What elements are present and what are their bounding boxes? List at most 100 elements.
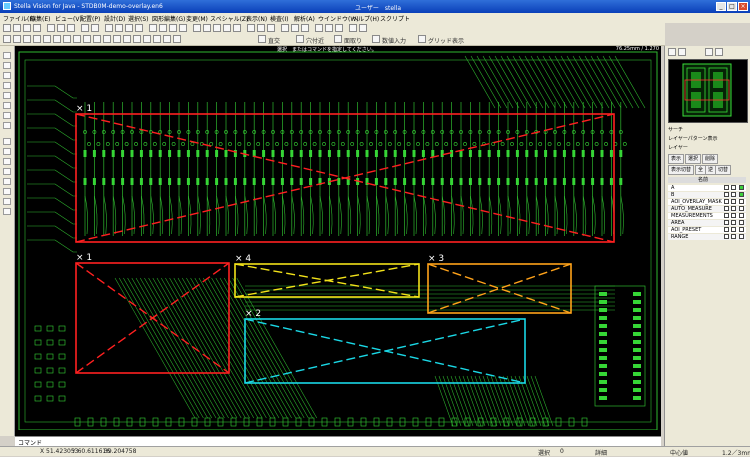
- left-tool-9-icon[interactable]: [3, 138, 11, 145]
- nav-zoom-icon[interactable]: [678, 48, 686, 56]
- mirror-icon[interactable]: [179, 24, 187, 32]
- menu-help[interactable]: ヘルプ(H): [352, 14, 379, 23]
- layer-color-swatch[interactable]: [739, 199, 744, 204]
- arc-icon[interactable]: [203, 24, 211, 32]
- layer-row[interactable]: RANGE: [668, 234, 746, 240]
- net-icon[interactable]: [325, 24, 333, 32]
- close-button[interactable]: ×: [738, 2, 748, 11]
- layer-visible-checkbox[interactable]: [724, 185, 729, 190]
- maximize-button[interactable]: □: [727, 2, 737, 11]
- paste-icon[interactable]: [67, 24, 75, 32]
- layer-visible-checkbox[interactable]: [731, 185, 736, 190]
- drc-icon[interactable]: [315, 24, 323, 32]
- grid-view-checkbox[interactable]: [418, 35, 426, 43]
- chamfer-checkbox[interactable]: [334, 35, 342, 43]
- layer-row[interactable]: MEASUREMENTS: [668, 213, 746, 219]
- layer-icon[interactable]: [281, 24, 289, 32]
- line-icon[interactable]: [193, 24, 201, 32]
- toggle-16-icon[interactable]: [153, 35, 161, 43]
- layer-visible-checkbox[interactable]: [731, 213, 736, 218]
- left-tool-11-icon[interactable]: [3, 158, 11, 165]
- move-icon[interactable]: [159, 24, 167, 32]
- layer-color-swatch[interactable]: [739, 192, 744, 197]
- panel-layer-pattern[interactable]: レイヤーパターン表示: [668, 135, 718, 142]
- layer-row[interactable]: A: [668, 185, 746, 191]
- layer-color-swatch[interactable]: [739, 185, 744, 190]
- left-tool-15-icon[interactable]: [3, 198, 11, 205]
- redo-icon[interactable]: [91, 24, 99, 32]
- toggle-14-icon[interactable]: [133, 35, 141, 43]
- nav-view-icon[interactable]: [668, 48, 676, 56]
- overview-minimap[interactable]: [668, 59, 748, 123]
- layer-visible-checkbox[interactable]: [724, 213, 729, 218]
- menu-script[interactable]: スクリプト: [380, 14, 410, 23]
- menu-modify[interactable]: 変更(M): [186, 14, 208, 23]
- measure-icon[interactable]: [247, 24, 255, 32]
- menu-special[interactable]: スペシャル(Z): [210, 14, 248, 23]
- refresh-icon[interactable]: [349, 24, 357, 32]
- snap-icon[interactable]: [267, 24, 275, 32]
- layer-visible-checkbox[interactable]: [731, 234, 736, 239]
- undo-icon[interactable]: [81, 24, 89, 32]
- ortho-checkbox[interactable]: [258, 35, 266, 43]
- toggle-9-icon[interactable]: [83, 35, 91, 43]
- toggle-18-icon[interactable]: [173, 35, 181, 43]
- toggle-10-icon[interactable]: [93, 35, 101, 43]
- menu-design[interactable]: 設計(D): [104, 14, 125, 23]
- left-tool-8-icon[interactable]: [3, 122, 11, 129]
- rotate-icon[interactable]: [169, 24, 177, 32]
- toggle-7-icon[interactable]: [63, 35, 71, 43]
- layer-row[interactable]: AOI_PRESET: [668, 227, 746, 233]
- left-tool-2-icon[interactable]: [3, 62, 11, 69]
- circle-icon[interactable]: [223, 24, 231, 32]
- toggle-5-icon[interactable]: [43, 35, 51, 43]
- via-icon[interactable]: [335, 24, 343, 32]
- open-file-icon[interactable]: [13, 24, 21, 32]
- layer-visible-checkbox[interactable]: [724, 234, 729, 239]
- tab-display[interactable]: 表示: [668, 154, 685, 164]
- layer-color-swatch[interactable]: [739, 227, 744, 232]
- toggle-4-icon[interactable]: [33, 35, 41, 43]
- left-tool-12-icon[interactable]: [3, 168, 11, 175]
- select-icon[interactable]: [149, 24, 157, 32]
- layer-visible-checkbox[interactable]: [724, 227, 729, 232]
- layer-switch-button[interactable]: 切替: [715, 165, 732, 175]
- left-tool-13-icon[interactable]: [3, 178, 11, 185]
- layer-visible-checkbox[interactable]: [731, 199, 736, 204]
- layer-visible-checkbox[interactable]: [724, 206, 729, 211]
- menu-place[interactable]: 配置(P): [80, 14, 100, 23]
- menu-select[interactable]: 選択(S): [128, 14, 149, 23]
- left-tool-3-icon[interactable]: [3, 72, 11, 79]
- left-tool-14-icon[interactable]: [3, 188, 11, 195]
- toggle-3-icon[interactable]: [23, 35, 31, 43]
- layer-row[interactable]: AUTO_MEASURE: [668, 206, 746, 212]
- left-tool-4-icon[interactable]: [3, 82, 11, 89]
- layer-color-swatch[interactable]: [739, 220, 744, 225]
- menu-edit[interactable]: 編集(E): [30, 14, 50, 23]
- layer-visible-checkbox[interactable]: [731, 220, 736, 225]
- pan-icon[interactable]: [135, 24, 143, 32]
- menu-display[interactable]: 表示(N): [246, 14, 267, 23]
- panel-search[interactable]: サーチ: [668, 126, 683, 133]
- left-tool-6-icon[interactable]: [3, 102, 11, 109]
- text-icon[interactable]: [233, 24, 241, 32]
- layer-visible-checkbox[interactable]: [731, 192, 736, 197]
- left-tool-16-icon[interactable]: [3, 208, 11, 215]
- layer-toggle-button[interactable]: 表示切替: [668, 165, 695, 175]
- numeric-input-checkbox[interactable]: [372, 35, 380, 43]
- layer-row[interactable]: AREA: [668, 220, 746, 226]
- menu-shape-edit[interactable]: 図形編集(G): [152, 14, 185, 23]
- layer-color-swatch[interactable]: [739, 234, 744, 239]
- cut-icon[interactable]: [47, 24, 55, 32]
- toggle-11-icon[interactable]: [103, 35, 111, 43]
- zoom-out-icon[interactable]: [115, 24, 123, 32]
- zoom-fit-icon[interactable]: [125, 24, 133, 32]
- toggle-15-icon[interactable]: [143, 35, 151, 43]
- layer-visible-checkbox[interactable]: [724, 199, 729, 204]
- toggle-8-icon[interactable]: [73, 35, 81, 43]
- toggle-1-icon[interactable]: [3, 35, 11, 43]
- nav-refresh-icon[interactable]: [705, 48, 713, 56]
- layer-visible-checkbox[interactable]: [724, 220, 729, 225]
- new-file-icon[interactable]: [3, 24, 11, 32]
- print-icon[interactable]: [33, 24, 41, 32]
